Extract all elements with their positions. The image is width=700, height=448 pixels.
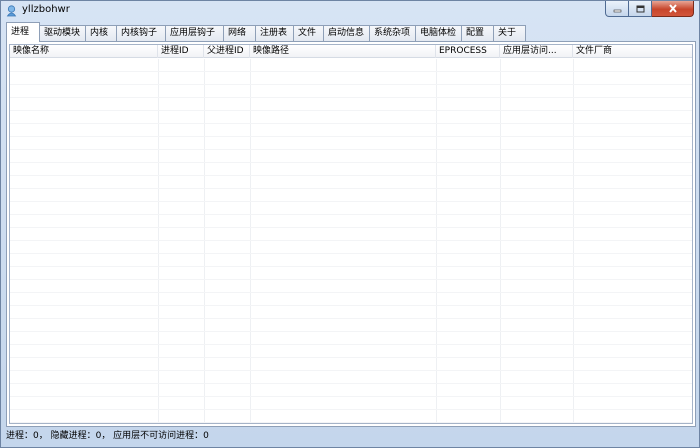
status-bar-text: 进程：0， 隐藏进程：0， 应用层不可访问进程：0 [6, 431, 209, 441]
close-button[interactable] [652, 1, 694, 17]
grid-row-line [10, 84, 692, 85]
close-icon [668, 4, 677, 13]
column-header-image-name[interactable]: 映像名称 [10, 45, 158, 58]
grid-row-line [10, 71, 692, 72]
tab-process[interactable]: 进程 [6, 22, 40, 42]
column-header-parent-pid[interactable]: 父进程ID [204, 45, 250, 58]
grid-row-line [10, 253, 692, 254]
tab-strip: 进程 驱动模块 内核 内核钩子 应用层钩子 网络 注册表 文件 启动信息 系统杂… [6, 22, 696, 42]
grid-row-line [10, 227, 692, 228]
grid-row-line [10, 292, 692, 293]
grid-row-line [10, 162, 692, 163]
grid-row-line [10, 422, 692, 423]
app-icon [6, 5, 17, 17]
grid-row-line [10, 149, 692, 150]
grid-row-line [10, 370, 692, 371]
process-list[interactable]: 映像名称 进程ID 父进程ID 映像路径 EPROCESS 应用层访问... 文… [9, 44, 693, 424]
tab-registry[interactable]: 注册表 [255, 25, 294, 41]
grid-row-line [10, 357, 692, 358]
column-header-file-vendor[interactable]: 文件厂商 [573, 45, 692, 58]
grid-row-line [10, 396, 692, 397]
tab-kernel-hooks[interactable]: 内核钩子 [116, 25, 166, 41]
grid-row-line [10, 318, 692, 319]
grid-row-line [10, 240, 692, 241]
grid-row-line [10, 110, 692, 111]
minimize-button[interactable] [605, 1, 629, 17]
column-header-pid[interactable]: 进程ID [158, 45, 204, 58]
tab-files[interactable]: 文件 [293, 25, 324, 41]
process-list-header: 映像名称 进程ID 父进程ID 映像路径 EPROCESS 应用层访问... 文… [10, 45, 692, 58]
grid-row-line [10, 175, 692, 176]
column-header-image-path[interactable]: 映像路径 [250, 45, 436, 58]
grid-row-line [10, 266, 692, 267]
maximize-icon [636, 5, 644, 12]
tab-kernel[interactable]: 内核 [85, 25, 117, 41]
title-bar[interactable]: yllzbohwr [1, 1, 699, 21]
tab-panel-process: 映像名称 进程ID 父进程ID 映像路径 EPROCESS 应用层访问... 文… [6, 41, 696, 427]
grid-row-line [10, 97, 692, 98]
column-header-eprocess[interactable]: EPROCESS [436, 45, 500, 58]
column-header-app-access[interactable]: 应用层访问... [500, 45, 573, 58]
grid-row-line [10, 331, 692, 332]
grid-row-line [10, 188, 692, 189]
grid-row-line [10, 305, 692, 306]
grid-row-line [10, 279, 692, 280]
tab-about[interactable]: 关于 [493, 25, 526, 41]
grid-row-line [10, 201, 692, 202]
grid-row-line [10, 383, 692, 384]
tab-pc-checkup[interactable]: 电脑体检 [415, 25, 462, 41]
maximize-button[interactable] [629, 1, 652, 17]
process-list-body [10, 59, 692, 423]
grid-row-line [10, 344, 692, 345]
tab-system-misc[interactable]: 系统杂项 [369, 25, 416, 41]
grid-row-line [10, 409, 692, 410]
tab-app-hooks[interactable]: 应用层钩子 [165, 25, 224, 41]
tab-startup[interactable]: 启动信息 [323, 25, 370, 41]
minimize-icon [613, 9, 621, 12]
grid-row-line [10, 136, 692, 137]
grid-row-line [10, 123, 692, 124]
window-controls [605, 1, 694, 17]
tab-settings[interactable]: 配置 [461, 25, 494, 41]
app-window: yllzbohwr 进程 驱动模块 内核 内核钩子 应用层钩子 网络 注册表 文… [0, 0, 700, 448]
tab-driver-modules[interactable]: 驱动模块 [39, 25, 86, 41]
tab-network[interactable]: 网络 [223, 25, 256, 41]
window-title: yllzbohwr [22, 4, 70, 15]
grid-row-line [10, 214, 692, 215]
